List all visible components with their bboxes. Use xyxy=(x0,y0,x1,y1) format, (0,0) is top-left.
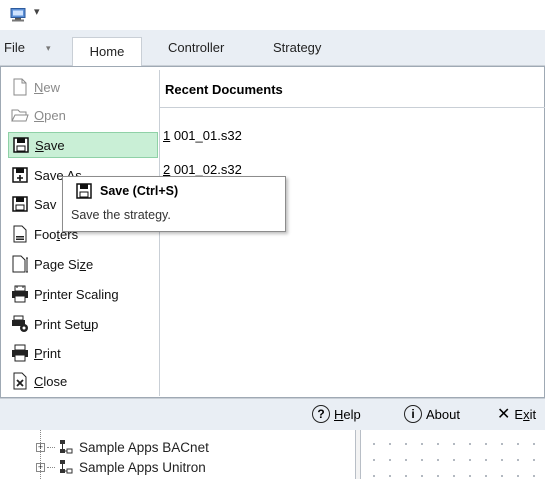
menu-item-label: Print xyxy=(34,345,61,361)
menu-item-page-size[interactable]: Page Size xyxy=(8,251,158,277)
menu-item-label: Printer Scaling xyxy=(34,286,119,302)
expand-toggle-icon[interactable]: + xyxy=(36,442,45,452)
menu-item-label: Page Size xyxy=(34,256,94,272)
title-bar xyxy=(0,0,545,30)
tree-node-label: Sample Apps BACnet xyxy=(79,439,209,455)
about-button[interactable]: i About xyxy=(404,403,460,425)
info-circle-icon: i xyxy=(404,405,422,423)
panel-splitter[interactable] xyxy=(355,430,361,479)
tab-file[interactable]: File xyxy=(4,30,25,66)
exit-button[interactable]: ✕ Exit xyxy=(497,403,536,425)
save-all-icon xyxy=(11,195,29,213)
expand-toggle-icon[interactable]: + xyxy=(36,462,45,472)
menu-item-label: Close xyxy=(34,373,68,389)
printer-icon xyxy=(11,344,29,362)
menu-item-print-setup[interactable]: Print Setup xyxy=(8,311,158,337)
menu-item-new[interactable]: New xyxy=(8,74,158,100)
file-chevron-down-icon[interactable]: ▾ xyxy=(46,30,51,66)
tab-strategy[interactable]: Strategy xyxy=(273,30,321,66)
menu-item-print[interactable]: Print xyxy=(8,340,158,366)
tree-node-label: Sample Apps Unitron xyxy=(79,459,206,475)
menu-item-close[interactable]: Close xyxy=(8,368,158,394)
new-document-icon xyxy=(11,78,29,96)
tree-connector xyxy=(47,466,55,468)
tab-home[interactable]: Home xyxy=(72,37,142,67)
menu-divider xyxy=(159,70,160,396)
page-size-icon xyxy=(11,255,29,273)
tooltip-title: Save (Ctrl+S) xyxy=(100,184,179,198)
backstage-footer-bar xyxy=(0,398,545,430)
menu-item-save[interactable]: Save xyxy=(8,132,158,158)
menu-item-label: Sav xyxy=(34,196,57,212)
help-label: Help xyxy=(334,406,361,422)
menu-item-open[interactable]: Open xyxy=(8,102,158,128)
footers-icon xyxy=(11,225,29,243)
menu-item-label: Open xyxy=(34,107,66,123)
tree-connector xyxy=(47,446,55,448)
printer-scaling-icon xyxy=(11,285,29,303)
network-icon xyxy=(60,440,73,454)
strategy-canvas-grid[interactable] xyxy=(362,430,545,479)
tooltip-description: Save the strategy. xyxy=(71,208,171,222)
open-folder-icon xyxy=(11,106,29,124)
menu-item-label: New xyxy=(34,79,61,95)
tree-node[interactable]: + Sample Apps Unitron xyxy=(36,458,206,476)
save-disk-icon xyxy=(76,183,92,199)
close-doc-icon xyxy=(11,372,29,390)
tab-controller[interactable]: Controller xyxy=(168,30,224,66)
recent-document-item[interactable]: 1 001_01.s32 xyxy=(163,128,242,143)
print-setup-icon xyxy=(11,315,29,333)
menu-item-label: Save xyxy=(35,137,65,153)
quick-access-dropdown[interactable]: ▾ xyxy=(34,5,40,18)
file-menu: New Open Save Save As Sav Footers Page S… xyxy=(8,70,158,396)
question-circle-icon: ? xyxy=(312,405,330,423)
about-label: About xyxy=(426,406,460,422)
help-button[interactable]: ? Help xyxy=(312,403,361,425)
recent-document-item[interactable]: 2 001_02.s32 xyxy=(163,162,242,177)
app-computer-icon[interactable] xyxy=(10,8,26,22)
save-disk-icon xyxy=(12,136,30,154)
exit-label: Exit xyxy=(514,406,537,422)
tree-node[interactable]: + Sample Apps BACnet xyxy=(36,438,209,456)
close-x-icon: ✕ xyxy=(497,406,511,423)
ribbon-tab-bar: File ▾ Home Controller Strategy xyxy=(0,30,545,67)
recent-documents-title: Recent Documents xyxy=(165,82,283,97)
save-as-icon xyxy=(11,166,29,184)
menu-item-label: Print Setup xyxy=(34,316,99,332)
menu-item-printer-scaling[interactable]: Printer Scaling xyxy=(8,281,158,307)
network-icon xyxy=(60,460,73,474)
